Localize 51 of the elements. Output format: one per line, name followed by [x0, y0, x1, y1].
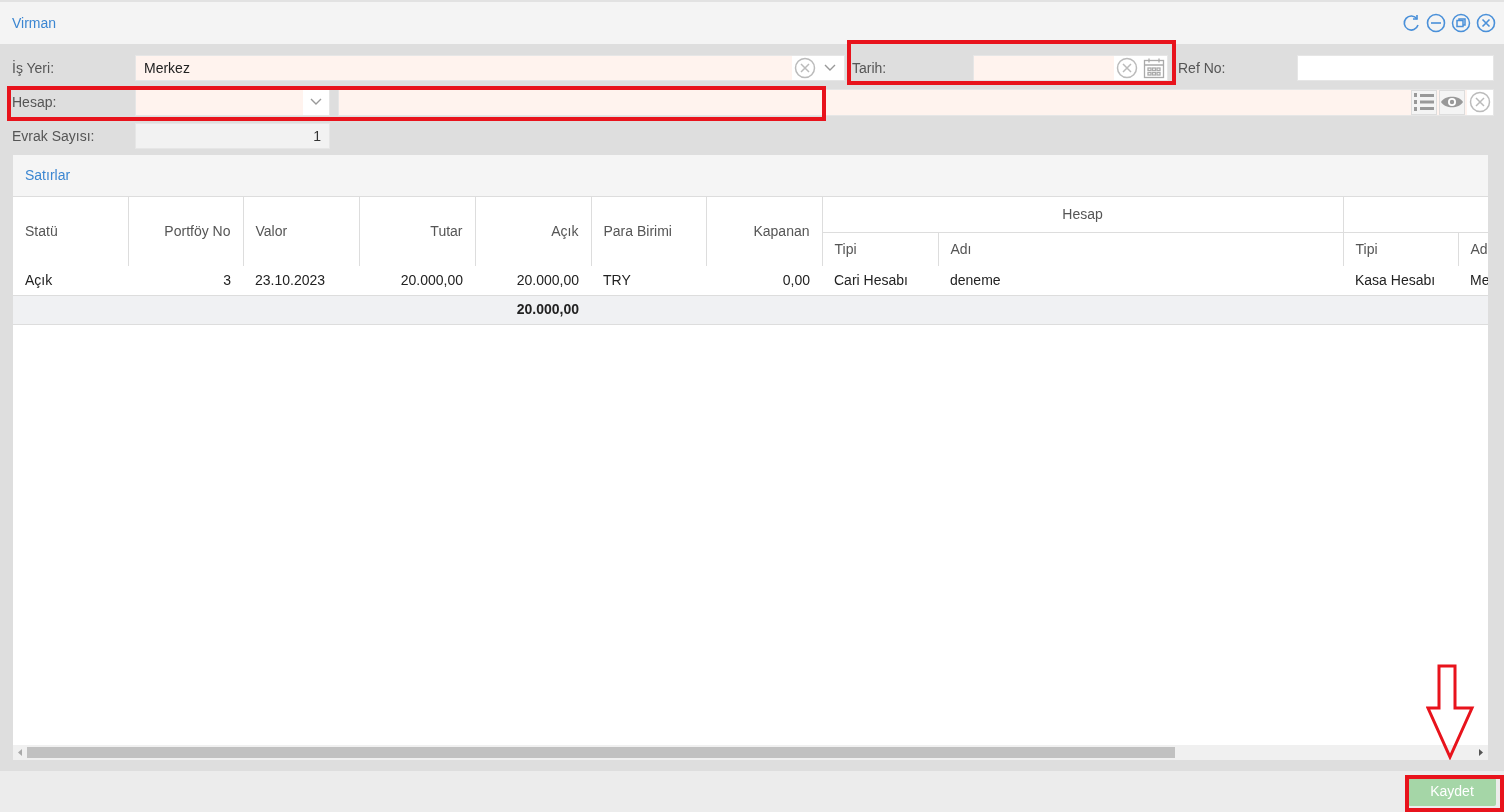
- refresh-icon[interactable]: [1401, 13, 1421, 33]
- chevron-down-icon[interactable]: [310, 98, 322, 106]
- workplace-field[interactable]: Merkez: [135, 55, 845, 81]
- eye-icon[interactable]: [1440, 94, 1464, 110]
- column-header[interactable]: Kapanan: [706, 197, 822, 266]
- column-header[interactable]: Adı: [938, 232, 1343, 266]
- minimize-icon[interactable]: [1426, 13, 1446, 33]
- table-cell: Kasa Hesabı: [1343, 266, 1458, 295]
- table-cell: 20.000,00: [359, 266, 475, 295]
- table-cell: Me: [1458, 266, 1488, 295]
- numbered-list-icon[interactable]: [1413, 92, 1435, 112]
- account-type-select[interactable]: [135, 88, 330, 116]
- column-group-header: Hesap: [822, 197, 1343, 232]
- clear-icon[interactable]: [1116, 57, 1138, 79]
- field-label: Hesap:: [11, 92, 58, 112]
- table-cell: 23.10.2023: [243, 266, 359, 295]
- column-header[interactable]: Statü: [13, 197, 128, 266]
- panel-title: Satırlar: [25, 166, 71, 185]
- column-header[interactable]: Portföy No: [128, 197, 243, 266]
- total-cell: 20.000,00: [475, 295, 591, 324]
- table-cell: Açık: [13, 266, 128, 295]
- document-count-field: 1: [135, 123, 330, 149]
- field-value: Merkez: [143, 58, 191, 78]
- column-header[interactable]: Ad: [1458, 232, 1488, 266]
- date-field[interactable]: [973, 55, 1168, 81]
- column-header[interactable]: Valor: [243, 197, 359, 266]
- field-label: Tarih:: [852, 58, 888, 78]
- column-header[interactable]: Açık: [475, 197, 591, 266]
- restore-icon[interactable]: [1451, 13, 1471, 33]
- field-label: Evrak Sayısı:: [11, 126, 96, 146]
- column-header[interactable]: Tipi: [1343, 232, 1458, 266]
- ref-no-field[interactable]: [1297, 55, 1494, 81]
- table-cell: 20.000,00: [475, 266, 591, 295]
- chevron-down-icon[interactable]: [824, 64, 836, 72]
- calendar-icon[interactable]: [1143, 57, 1165, 79]
- column-header[interactable]: Tipi: [822, 232, 938, 266]
- field-label: İş Yeri:: [11, 58, 56, 78]
- table-cell: 0,00: [706, 266, 822, 295]
- table-cell: deneme: [938, 266, 1343, 295]
- clear-icon[interactable]: [794, 57, 816, 79]
- horizontal-scrollbar[interactable]: [13, 745, 1488, 760]
- table-cell: 3: [128, 266, 243, 295]
- field-label: Ref No:: [1178, 58, 1227, 78]
- table-cell: TRY: [591, 266, 706, 295]
- column-header[interactable]: Para Birimi: [591, 197, 706, 266]
- table-cell: Cari Hesabı: [822, 266, 938, 295]
- account-field[interactable]: [338, 88, 1494, 116]
- column-header[interactable]: Tutar: [359, 197, 475, 266]
- clear-icon[interactable]: [1469, 91, 1491, 113]
- window-title: Virman: [12, 13, 57, 33]
- close-icon[interactable]: [1476, 13, 1496, 33]
